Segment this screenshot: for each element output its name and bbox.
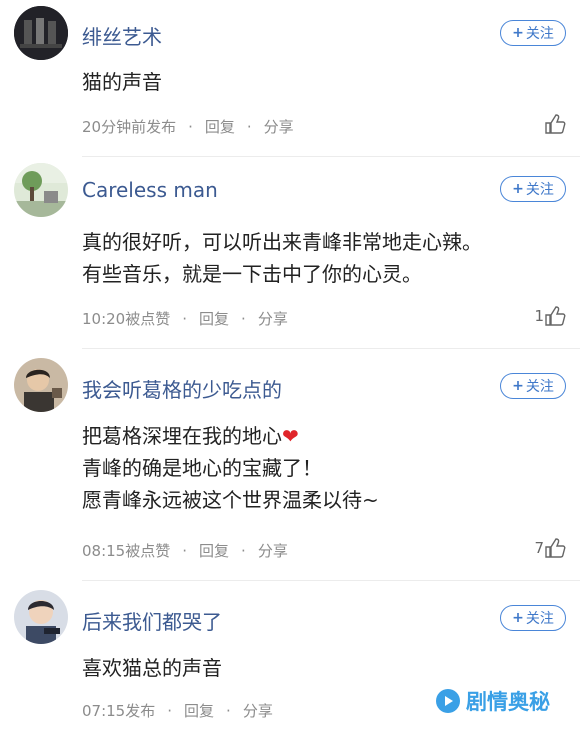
comment-time: 20分钟前发布 (82, 118, 177, 136)
watermark-text: 剧情奥秘 (466, 690, 550, 714)
plus-icon: + (512, 610, 524, 626)
comment-text: 真的很好听，可以听出来青峰非常地走心辣。 有些音乐，就是一下击中了你的心灵。 (82, 226, 482, 290)
follow-button[interactable]: + 关注 (500, 373, 566, 399)
comment-line: 喜欢猫总的声音 (82, 656, 222, 680)
separator-dot: · (226, 702, 231, 720)
comment-line: 猫的声音 (82, 70, 162, 94)
plus-icon: + (512, 378, 524, 394)
comment-text: 猫的声音 (82, 66, 162, 98)
follow-label: 关注 (525, 379, 554, 395)
reply-link[interactable]: 回复 (205, 116, 235, 137)
like-button[interactable]: 7 (534, 537, 566, 559)
separator-dot: · (241, 542, 246, 560)
like-button[interactable] (544, 113, 566, 135)
plus-icon: + (512, 181, 524, 197)
comment-time: 07:15发布 (82, 702, 156, 720)
share-link[interactable]: 分享 (258, 540, 288, 561)
divider (82, 156, 580, 157)
thumbs-up-icon (545, 538, 566, 558)
play-icon (436, 689, 460, 713)
comment-time: 10:20被点赞 (82, 310, 171, 328)
follow-button[interactable]: + 关注 (500, 605, 566, 631)
heart-emoji: ❤ (282, 424, 299, 448)
avatar[interactable] (14, 163, 68, 217)
comment-line: 真的很好听，可以听出来青峰非常地走心辣。 (82, 230, 482, 254)
comment-line: 把葛格深埋在我的地心❤ (82, 420, 379, 452)
separator-dot: · (246, 118, 252, 136)
avatar[interactable] (14, 358, 68, 412)
comment-time: 08:15被点赞 (82, 542, 171, 560)
watermark: 剧情奥秘 (436, 686, 550, 716)
comment-meta: 20分钟前发布 · 回复 · 分享 (82, 116, 294, 137)
username[interactable]: 我会听葛格的少吃点的 (82, 374, 282, 403)
comment-meta: 07:15发布 · 回复 · 分享 (82, 700, 273, 721)
comment-text: 喜欢猫总的声音 (82, 652, 222, 684)
comment-line: 有些音乐，就是一下击中了你的心灵。 (82, 262, 422, 286)
follow-label: 关注 (525, 611, 554, 627)
like-button[interactable]: 1 (534, 305, 566, 327)
like-count: 7 (534, 539, 544, 557)
plus-icon: + (512, 25, 524, 41)
separator-dot: · (167, 702, 173, 720)
separator-dot: · (182, 542, 188, 560)
separator-dot: · (182, 310, 188, 328)
comment-line: 青峰的确是地心的宝藏了！ (82, 456, 322, 480)
reply-link[interactable]: 回复 (184, 700, 214, 721)
follow-button[interactable]: + 关注 (500, 176, 566, 202)
reply-link[interactable]: 回复 (199, 308, 229, 329)
share-link[interactable]: 分享 (258, 308, 288, 329)
follow-label: 关注 (525, 26, 554, 42)
avatar[interactable] (14, 590, 68, 644)
comment-line-text: 把葛格深埋在我的地心 (82, 424, 282, 448)
username[interactable]: 后来我们都哭了 (82, 606, 222, 635)
comment-meta: 10:20被点赞 · 回复 · 分享 (82, 308, 288, 329)
thumbs-up-icon (545, 114, 566, 134)
username[interactable]: 绯丝艺术 (82, 21, 162, 50)
username[interactable]: Careless man (82, 178, 218, 202)
reply-link[interactable]: 回复 (199, 540, 229, 561)
follow-label: 关注 (525, 182, 554, 198)
comment-text: 把葛格深埋在我的地心❤ 青峰的确是地心的宝藏了！ 愿青峰永远被这个世界温柔以待~ (82, 420, 379, 516)
follow-button[interactable]: + 关注 (500, 20, 566, 46)
separator-dot: · (241, 310, 246, 328)
separator-dot: · (188, 118, 193, 136)
avatar[interactable] (14, 6, 68, 60)
share-link[interactable]: 分享 (243, 700, 273, 721)
thumbs-up-icon (545, 306, 566, 326)
comment-meta: 08:15被点赞 · 回复 · 分享 (82, 540, 288, 561)
share-link[interactable]: 分享 (264, 116, 294, 137)
like-count: 1 (534, 307, 544, 325)
comment-line: 愿青峰永远被这个世界温柔以待~ (82, 488, 379, 512)
divider (82, 348, 580, 349)
divider (82, 580, 580, 581)
